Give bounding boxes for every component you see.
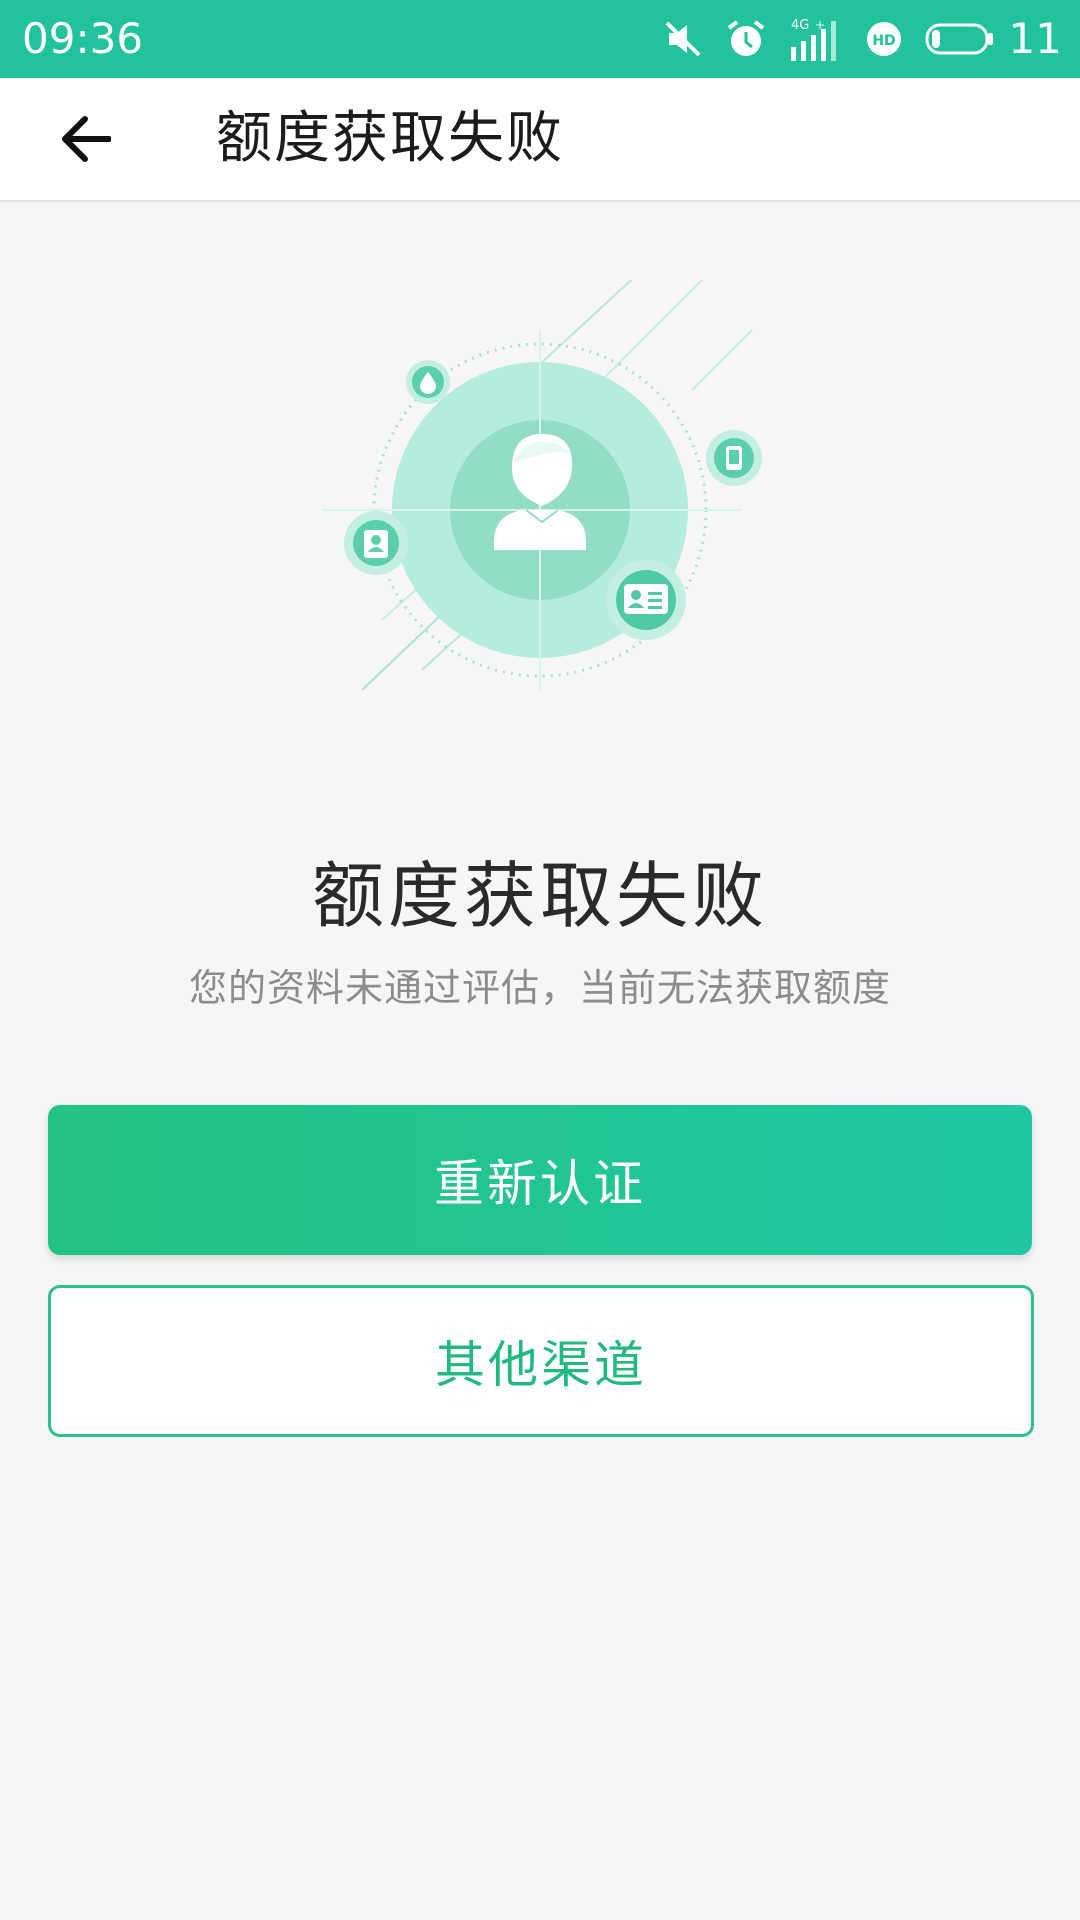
mute-icon	[665, 21, 700, 57]
status-time: 09:36	[22, 14, 144, 63]
other-channels-button-label: 其他渠道	[435, 1336, 647, 1394]
battery-level: 11	[1008, 14, 1062, 63]
hd-icon: HD	[866, 22, 901, 56]
hero-graphic	[322, 249, 762, 691]
other-channels-button[interactable]: 其他渠道	[48, 1285, 1034, 1437]
battery-icon	[925, 23, 993, 55]
network-label: 4G	[791, 18, 809, 33]
status-icons: 4G + HD 11	[663, 12, 1062, 66]
phone-icon	[706, 430, 762, 486]
result-title: 额度获取失败	[311, 854, 768, 938]
alarm-icon	[727, 20, 764, 56]
reauthenticate-button-label: 重新认证	[434, 1155, 646, 1213]
app-bar: 额度获取失败	[0, 78, 1080, 202]
back-button[interactable]	[50, 104, 120, 174]
arrow-left-icon	[62, 116, 111, 162]
contacts-icon	[344, 511, 408, 575]
id-card-icon	[606, 560, 686, 640]
hero-illustration	[312, 249, 772, 720]
svg-text:HD: HD	[872, 33, 895, 49]
drop-icon	[406, 360, 450, 404]
signal-icon: 4G +	[790, 18, 836, 61]
result-subtitle: 您的资料未通过评估，当前无法获取额度	[188, 966, 891, 1010]
reauthenticate-button[interactable]: 重新认证	[48, 1105, 1032, 1255]
page-title: 额度获取失败	[216, 106, 564, 171]
status-bar: 09:36 4G + HD 11	[0, 0, 1080, 78]
